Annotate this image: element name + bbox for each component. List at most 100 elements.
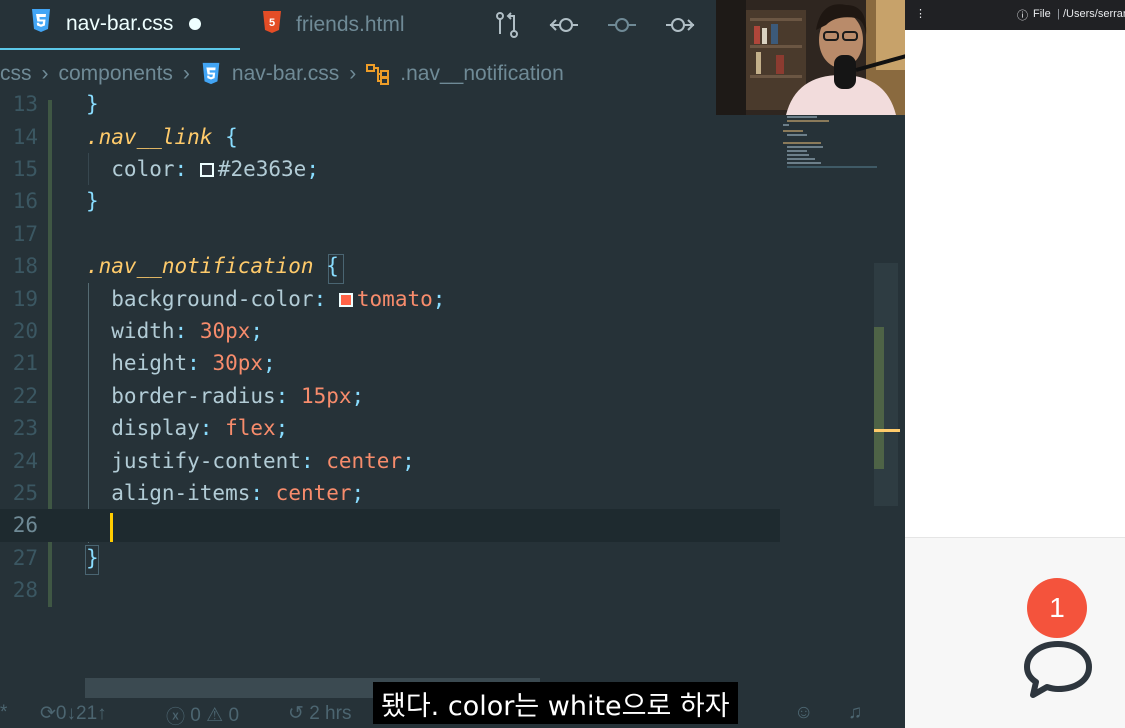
code-line[interactable]: 26 (0, 509, 780, 542)
address-bar[interactable]: ⋮ ⓘ File | /Users/serran (905, 0, 1125, 30)
code-token: : (174, 318, 188, 343)
code-line[interactable]: 23 display: flex; (0, 412, 780, 444)
line-code: display: flex; (86, 416, 288, 440)
chat-bubble-icon[interactable] (1023, 638, 1093, 704)
tab-label: friends.html (296, 13, 405, 36)
line-code: align-items: center; (86, 481, 364, 505)
svg-text:5: 5 (269, 17, 275, 29)
line-code: justify-content: center; (86, 449, 414, 473)
html5-file-icon: 5 (262, 10, 282, 40)
css3-file-icon (200, 62, 222, 86)
breadcrumb-folder-components[interactable]: components (59, 62, 173, 86)
code-line[interactable]: 15 color: #2e363e; (0, 153, 780, 185)
code-line[interactable]: 19 background-color: tomato; (0, 282, 780, 314)
sync-up-count: 21 (76, 702, 98, 724)
line-number: 15 (12, 156, 38, 181)
code-token: ; (306, 156, 319, 181)
line-number: 14 (12, 124, 38, 149)
breadcrumb-file[interactable]: nav-bar.css (232, 62, 339, 86)
code-line[interactable]: 14 .nav__link { (0, 120, 780, 152)
page-nav-area: 1 (905, 537, 1125, 728)
breadcrumb-folder-css[interactable]: css (0, 62, 32, 86)
line-number: 23 (12, 416, 38, 441)
text-cursor (110, 513, 113, 542)
code-token: ; (250, 318, 264, 343)
error-icon: ⓧ (166, 707, 186, 727)
tab-friends-html[interactable]: 5 friends.html (262, 0, 462, 50)
go-back-icon[interactable] (548, 10, 578, 40)
line-code: } (86, 189, 99, 213)
code-token: } (86, 189, 99, 214)
breadcrumb-symbol[interactable]: .nav__notification (400, 62, 563, 86)
info-icon[interactable]: ⓘ (1017, 7, 1028, 23)
file-scheme-label: File (1033, 8, 1051, 20)
error-count: 0 (190, 704, 201, 726)
code-token: { (212, 124, 238, 149)
sync-icon: ⟳ (40, 703, 56, 724)
warning-count: 0 (228, 704, 240, 726)
minimap[interactable] (783, 112, 878, 172)
more-icon[interactable]: ⋮ (915, 7, 926, 20)
code-line[interactable]: 16} (0, 185, 780, 217)
line-number: 17 (12, 221, 38, 246)
problems-status[interactable]: ⓧ 0 ⚠ 0 (166, 702, 240, 728)
code-token: height (86, 351, 188, 376)
code-line[interactable]: 20 width: 30px; (0, 315, 780, 347)
sync-status[interactable]: ⟳ 0 ↓ 21 ↑ (40, 702, 107, 725)
code-line[interactable]: 28 (0, 574, 780, 606)
code-token: ; (263, 351, 276, 376)
color-swatch-icon[interactable] (199, 162, 214, 177)
line-number: 19 (12, 286, 38, 311)
tab-nav-bar-css[interactable]: nav-bar.css (0, 0, 240, 50)
line-code: background-color: tomato; (86, 287, 445, 311)
unsaved-dot-icon[interactable] (189, 18, 202, 30)
sync-down-count: 0 (55, 702, 67, 724)
code-token: ; (275, 416, 289, 441)
status-asterisk: * (0, 702, 8, 723)
chevron-right-icon: › (182, 62, 190, 85)
cursor-position-marker (874, 429, 900, 432)
time-tracker[interactable]: ↺ 2 hrs (288, 702, 351, 725)
line-number: 21 (12, 351, 38, 376)
line-code: } (86, 546, 99, 570)
notification-badge: 1 (1027, 578, 1087, 638)
code-token: border-radius (86, 383, 276, 408)
code-token: : (313, 286, 327, 311)
go-forward-icon[interactable] (664, 10, 695, 40)
code-token: center (263, 480, 352, 505)
code-line[interactable]: 24 justify-content: center; (0, 444, 780, 476)
code-token: width (86, 318, 175, 343)
code-line[interactable]: 25 align-items: center; (0, 477, 780, 509)
chevron-right-icon: › (41, 62, 49, 85)
timeline-icon[interactable] (606, 10, 636, 40)
code-line[interactable]: 13} (0, 88, 780, 120)
line-number: 18 (12, 254, 38, 279)
code-line[interactable]: 21 height: 30px; (0, 347, 780, 379)
url-path[interactable]: /Users/serran (1063, 8, 1125, 20)
color-swatch-icon[interactable] (338, 292, 353, 307)
line-code: color: #2e363e; (86, 157, 319, 181)
line-number: 25 (12, 480, 38, 505)
code-line[interactable]: 17 (0, 218, 780, 250)
line-code: } (86, 92, 99, 116)
code-token: 15px (288, 383, 352, 408)
history-icon: ↺ (288, 703, 304, 724)
vertical-scrollbar-thumb[interactable] (874, 327, 884, 469)
breadcrumb: css › components › nav-bar.css › .nav__n… (0, 58, 564, 90)
code-token: 30px (199, 351, 264, 376)
account-icon[interactable]: ☺ (794, 702, 813, 724)
bell-icon[interactable]: ♫ (848, 702, 862, 724)
code-line[interactable]: 18 .nav__notification { (0, 250, 780, 282)
code-line[interactable]: 27} (0, 542, 780, 574)
video-subtitle: 됐다. color는 white으로 하자 (373, 682, 738, 724)
line-code: .nav__link { (86, 125, 238, 149)
code-token: : (250, 480, 264, 505)
arrow-down-icon: ↓ (66, 702, 77, 724)
line-number: 16 (12, 189, 38, 214)
git-compare-icon[interactable] (492, 10, 522, 40)
css3-file-icon (30, 8, 52, 40)
code-line[interactable]: 22 border-radius: 15px; (0, 380, 780, 412)
symbol-class-icon (366, 63, 390, 85)
time-label: 2 hrs (309, 702, 352, 724)
